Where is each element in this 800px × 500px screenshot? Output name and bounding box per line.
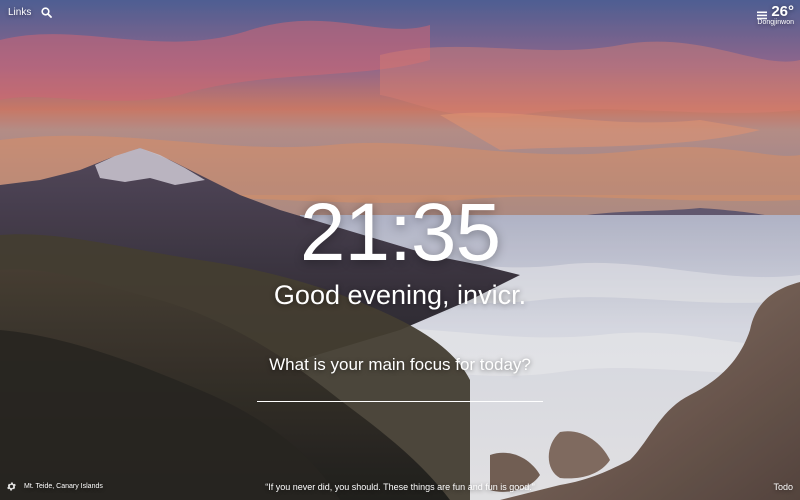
weather-widget[interactable]: 26° Dongjinwon xyxy=(757,3,794,26)
todo-button[interactable]: Todo xyxy=(773,482,793,492)
cloud-lines-icon xyxy=(757,7,768,20)
weather-temperature: 26° xyxy=(771,3,794,20)
background-photo: Links 26° Dongjinwon 21:35 Good evening,… xyxy=(0,0,800,500)
greeting-text: Good evening, invicr. xyxy=(273,280,527,310)
search-icon[interactable] xyxy=(41,7,53,18)
top-left-bar: Links xyxy=(8,7,53,18)
weather-location: Dongjinwon xyxy=(757,19,794,26)
links-button[interactable]: Links xyxy=(8,7,31,18)
clock-time: 21:35 xyxy=(299,187,501,278)
daily-quote: “If you never did, you should. These thi… xyxy=(265,482,535,492)
focus-prompt: What is your main focus for today? xyxy=(269,355,531,374)
focus-input[interactable] xyxy=(257,385,543,402)
weather-row: 26° xyxy=(757,3,794,20)
